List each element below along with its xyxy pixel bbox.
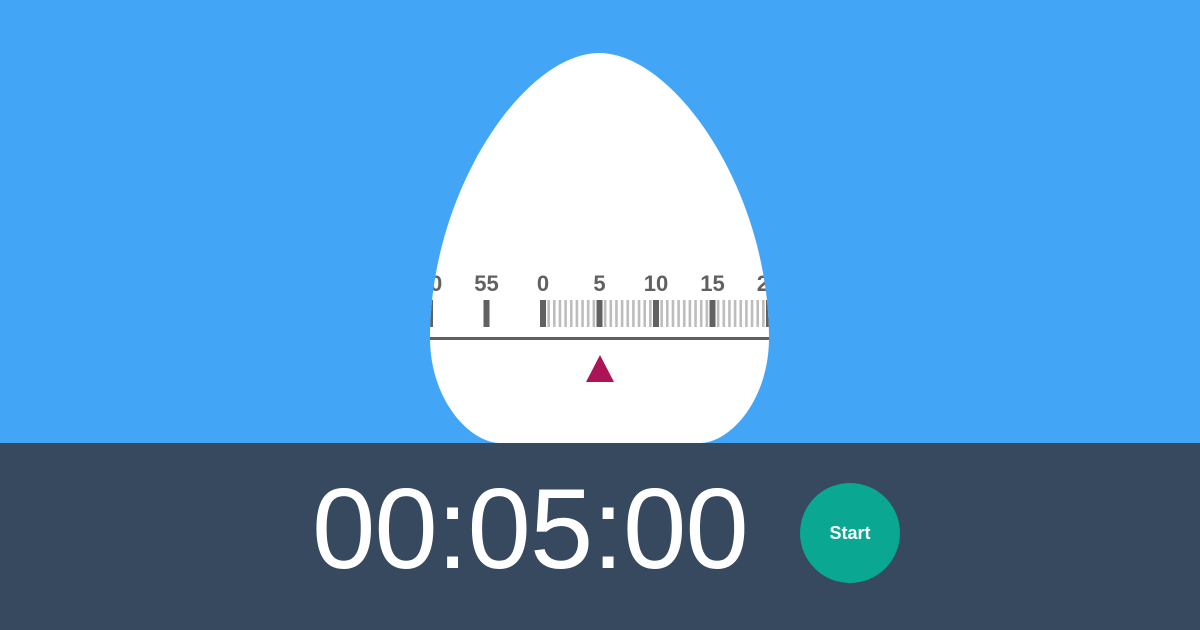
dial-minor-tick [649,300,652,327]
dial-minor-tick [581,300,584,327]
dial-minor-tick [620,300,624,327]
dial-minor-tick [586,300,590,327]
dial-minor-tick [671,300,675,327]
dial-minor-tick [722,300,726,327]
dial-label: 20 [757,271,781,296]
dial-label: 55 [474,271,498,296]
dial-minor-tick [728,300,731,327]
dial-label: 50 [418,271,442,296]
dial-minor-tick [603,300,607,327]
dial-major-tick [596,300,603,327]
dial-minor-tick [733,300,737,327]
dial-minor-tick [592,300,596,327]
dial-minor-tick [699,300,703,327]
dial-major-tick [653,300,659,327]
dial-minor-tick [564,300,567,327]
dial-label: 0 [537,271,549,296]
dial-major-tick [709,300,716,327]
dial-minor-tick [609,300,613,327]
dial-minor-tick [615,300,618,327]
dial-minor-tick [688,300,692,327]
dial-label: 15 [700,271,724,296]
dial-baseline [430,337,769,340]
egg-timer: 50 55 0 5 10 15 20 [418,53,781,443]
dial-minor-tick [569,300,573,327]
egg-body [430,53,769,443]
dial-major-tick [540,300,546,327]
dial-minor-tick [677,300,680,327]
dial-minor-tick [682,300,686,327]
dial-minor-tick [666,300,669,327]
start-button[interactable]: Start [800,483,900,583]
dial-minor-tick [558,300,562,327]
dial-minor-tick [694,300,697,327]
dial-minor-tick [745,300,748,327]
time-display: 00:05:00 [312,466,749,593]
dial-minor-tick [660,300,663,327]
dial-minor-tick [750,300,754,327]
dial-minor-tick [643,300,646,327]
dial-minor-tick [705,300,709,327]
dial-label: 10 [644,271,668,296]
dial-minor-tick [632,300,635,327]
dial-minor-tick [739,300,743,327]
dial-label: 5 [593,271,605,296]
dial-minor-tick [756,300,759,327]
dial-major-tick [766,300,769,327]
dial-minor-tick [762,300,765,327]
dial-major-tick [483,300,490,327]
dial-minor-tick [547,300,550,327]
dial-minor-tick [553,300,556,327]
dial-minor-tick [637,300,641,327]
dial-minor-tick [626,300,630,327]
dial-minor-tick [716,300,720,327]
dial-major-tick [430,300,433,327]
dial-minor-tick [575,300,579,327]
